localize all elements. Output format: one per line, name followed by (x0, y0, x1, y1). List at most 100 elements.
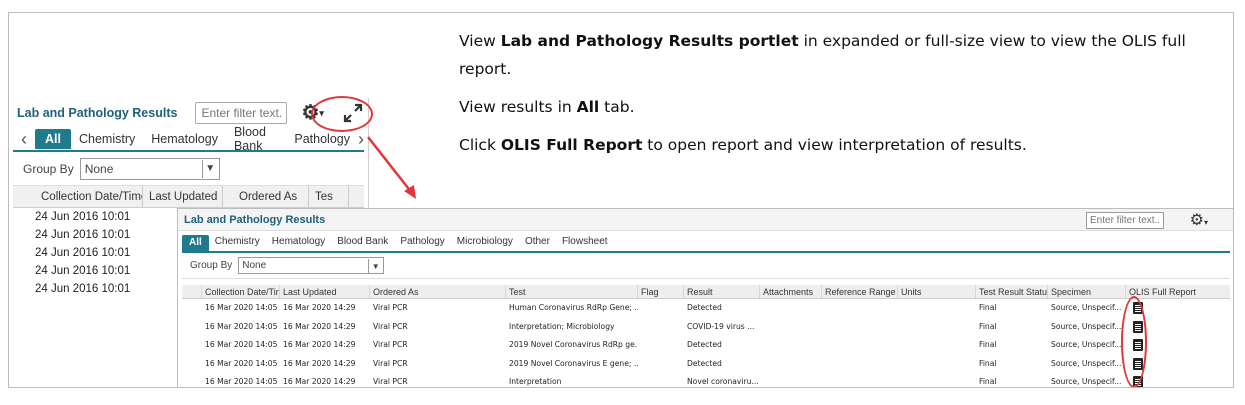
cell-result: Detected (687, 340, 722, 349)
col-select (182, 285, 202, 298)
cell-test: Human Coronavirus RdRp Gene; ... (509, 303, 638, 312)
highlight-expand (311, 96, 373, 132)
tab-blood-bank[interactable]: Blood Bank (226, 125, 286, 153)
instruction-3: Click OLIS Full Report to open report an… (459, 136, 1027, 154)
group-by-select[interactable]: None ▼ (79, 157, 220, 180)
small-column-header: Collection Date/Time Last Updated Ordere… (13, 185, 364, 208)
col-flag[interactable]: Flag (638, 285, 684, 298)
col-ordered-as[interactable]: Ordered As (223, 185, 309, 208)
cell-units (898, 299, 976, 318)
filter-input[interactable] (1086, 212, 1164, 229)
cell-result: Novel coronaviru... (687, 377, 759, 386)
cell-updated: 16 Mar 2020 14:29 (283, 321, 356, 331)
cell-flag (638, 299, 684, 318)
group-by-select[interactable]: None ▼ (238, 257, 385, 274)
cell-attachments (760, 336, 822, 355)
cell-attachments (760, 318, 822, 337)
col-specimen[interactable]: Specimen (1048, 285, 1126, 298)
cell-collected: 16 Mar 2020 14:05 (205, 321, 278, 331)
cell-date: 24 Jun 2016 10:01 (35, 247, 131, 259)
expanded-portlet-header: Lab and Pathology Results (178, 209, 1233, 231)
instruction-2: View results in All tab. (459, 98, 635, 116)
tab-all[interactable]: All (182, 235, 209, 251)
col-test[interactable]: Test (506, 285, 638, 298)
cell-status: Final (979, 358, 997, 368)
col-units[interactable]: Units (898, 285, 976, 298)
cell-result: COVID-19 virus ... (687, 321, 755, 331)
col-status[interactable]: Test Result Status (976, 285, 1048, 298)
col-ordered-as[interactable]: Ordered As (370, 285, 506, 298)
cell-date: 24 Jun 2016 10:01 (35, 211, 131, 223)
tab-hematology[interactable]: Hematology (266, 236, 331, 251)
table-row[interactable]: 16 Mar 2020 14:05 16 Mar 2020 14:29 Viral … (182, 355, 1230, 374)
col-last-updated[interactable]: Last Updated (143, 185, 223, 208)
col-collection[interactable]: Collection Date/Time (13, 185, 143, 208)
expanded-tabs: All Chemistry Hematology Blood Bank Path… (182, 233, 1230, 253)
cell-ordered-as: Viral PCR (373, 303, 408, 312)
tab-flowsheet[interactable]: Flowsheet (556, 236, 614, 251)
col-olis-report[interactable]: OLIS Full Report (1126, 285, 1233, 298)
cell-result: Detected (687, 358, 722, 368)
cell-flag (638, 355, 684, 374)
col-attachments[interactable]: Attachments (760, 285, 822, 298)
col-last-updated[interactable]: Last Updated (280, 285, 370, 298)
instructions: View Lab and Pathology Results portlet i… (459, 27, 1233, 169)
expanded-portlet: Lab and Pathology Results ⚙▾ All Chemist… (177, 208, 1233, 387)
cell-flag (638, 318, 684, 337)
cell-status: Final (979, 377, 997, 386)
cell-status: Final (979, 321, 997, 331)
cell-attachments (760, 299, 822, 318)
cell-specimen: Source, Unspecif... (1051, 340, 1122, 349)
pointer-arrow (367, 136, 416, 199)
filter-input[interactable] (195, 102, 288, 124)
cell-date: 24 Jun 2016 10:01 (35, 265, 131, 277)
cell-specimen: Source, Unspecif... (1051, 358, 1122, 368)
cell-date: 24 Jun 2016 10:01 (35, 229, 131, 241)
group-by-label: Group By (190, 260, 233, 271)
cell-units (898, 355, 976, 374)
cell-reference-range (822, 299, 898, 318)
cell-select (182, 373, 202, 387)
tab-pathology[interactable]: Pathology (286, 132, 358, 146)
cell-select (182, 318, 202, 337)
cell-status: Final (979, 340, 997, 349)
col-result[interactable]: Result (684, 285, 760, 298)
cell-reference-range (822, 355, 898, 374)
table-row[interactable]: 16 Mar 2020 14:05 16 Mar 2020 14:29 Viral … (182, 336, 1230, 355)
table-row[interactable]: 16 Mar 2020 14:05 16 Mar 2020 14:29 Viral … (182, 318, 1230, 337)
tab-hematology[interactable]: Hematology (143, 132, 226, 146)
chevron-left-icon[interactable]: ‹ (13, 129, 35, 150)
cell-updated: 16 Mar 2020 14:29 (283, 377, 356, 386)
group-by-label: Group By (23, 161, 74, 176)
table-header: Collection Date/Time Last Updated Ordere… (182, 285, 1230, 299)
tab-all[interactable]: All (35, 129, 71, 149)
cell-updated: 16 Mar 2020 14:29 (283, 340, 356, 349)
cell-date: 24 Jun 2016 10:01 (35, 283, 131, 295)
cell-specimen: Source, Unspecif... (1051, 377, 1122, 386)
table-row[interactable]: 16 Mar 2020 14:05 16 Mar 2020 14:29 Viral … (182, 373, 1230, 387)
tab-blood-bank[interactable]: Blood Bank (331, 236, 394, 251)
cell-test: Interpretation (509, 377, 562, 386)
cell-reference-range (822, 373, 898, 387)
small-tabs: ‹ All Chemistry Hematology Blood Bank Pa… (13, 125, 364, 153)
col-collection[interactable]: Collection Date/Time (202, 285, 280, 298)
cell-collected: 16 Mar 2020 14:05 (205, 340, 278, 349)
tab-pathology[interactable]: Pathology (394, 236, 450, 251)
col-test[interactable]: Tes (309, 185, 349, 208)
cell-select (182, 299, 202, 318)
chevron-down-icon: ▼ (201, 159, 218, 178)
col-reference-range[interactable]: Reference Range (822, 285, 898, 298)
tab-chemistry[interactable]: Chemistry (71, 132, 143, 146)
tab-chemistry[interactable]: Chemistry (209, 236, 266, 251)
tab-other[interactable]: Other (519, 236, 556, 251)
table-row[interactable]: 16 Mar 2020 14:05 16 Mar 2020 14:29 Viral … (182, 299, 1230, 318)
cell-status: Final (979, 303, 997, 312)
cell-attachments (760, 373, 822, 387)
tab-microbiology[interactable]: Microbiology (451, 236, 519, 251)
cell-collected: 16 Mar 2020 14:05 (205, 303, 278, 312)
gear-icon[interactable]: ⚙▾ (1190, 210, 1208, 230)
cell-reference-range (822, 318, 898, 337)
group-by-bar: Group By None ▼ (182, 253, 1230, 279)
cell-test: 2019 Novel Coronavirus RdRp ge... (509, 340, 638, 349)
highlight-olis-report (1121, 296, 1147, 387)
